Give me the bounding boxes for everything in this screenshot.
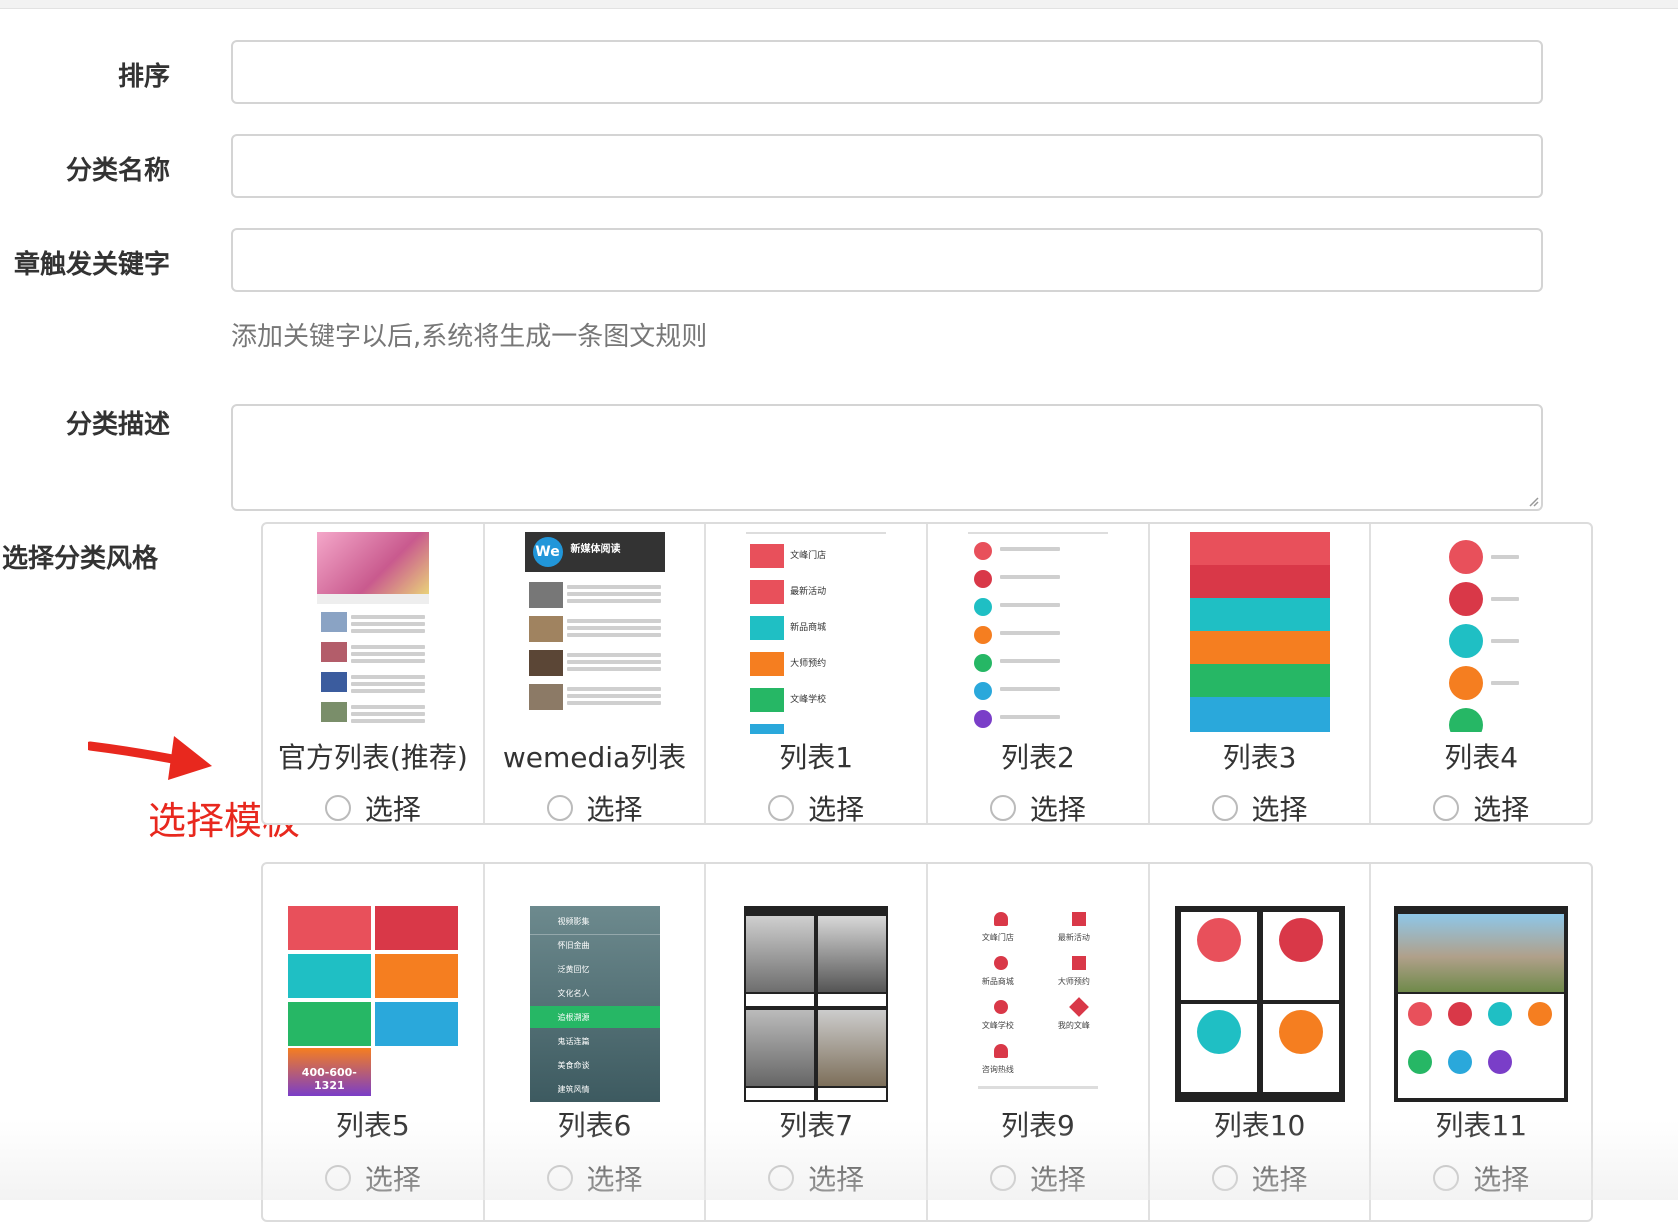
template-radio[interactable]	[989, 795, 1016, 821]
category-name-input[interactable]	[231, 134, 1543, 198]
template-name: 列表2	[1000, 741, 1075, 774]
template-radio-label: 选择	[1029, 793, 1086, 826]
template-official[interactable]: 官方列表(推荐) 选择	[263, 524, 485, 826]
template-radio-label: 选择	[1473, 793, 1530, 826]
thumb-item: 最新活动	[790, 587, 827, 597]
thumb-item: 文化名人	[557, 989, 590, 998]
template-wemedia[interactable]: We 新媒体阅读 wemedia列表 选择	[485, 524, 707, 826]
template-thumbnail	[287, 906, 458, 1046]
category-name-label: 分类名称	[65, 156, 170, 186]
template-thumbnail	[1394, 906, 1569, 1102]
thumb-item: 怀旧金曲	[557, 941, 590, 950]
template-radio-label: 选择	[364, 793, 421, 826]
template-thumbnail: 文峰门店 最新活动 新品商城 大师预约 文峰学校	[746, 532, 887, 734]
thumb-item: 文峰学校	[790, 695, 827, 705]
template-radio-row[interactable]: 选择	[928, 788, 1148, 828]
template-radio[interactable]	[1433, 795, 1460, 821]
template-thumbnail	[1189, 532, 1330, 732]
thumb-item: 追根溯源	[557, 1013, 590, 1022]
sort-input[interactable]	[231, 40, 1543, 104]
template-thumbnail-extra: 400-600-1321	[287, 1048, 458, 1096]
template-thumbnail	[967, 532, 1108, 734]
template-radio-row[interactable]: 选择	[1150, 788, 1370, 828]
thumb-item: 大师预约	[790, 659, 827, 669]
template-list4[interactable]: 列表4 选择	[1371, 524, 1591, 826]
thumb-item: 建筑风情	[557, 1085, 590, 1094]
wemedia-logo: We	[532, 537, 563, 567]
template-thumbnail: 文峰门店 最新活动 新品商城 大师预约 文峰学校 我的文峰 咨询热线	[967, 906, 1108, 1102]
template-thumbnail	[744, 906, 889, 1102]
thumb-item: 文峰学校	[981, 1021, 1014, 1030]
template-list3[interactable]: 列表3 选择	[1150, 524, 1372, 826]
template-name: 列表3	[1222, 741, 1297, 774]
template-radio[interactable]	[768, 795, 795, 821]
thumb-item: 咨询热线	[981, 1065, 1014, 1074]
template-thumbnail: 视频影集 怀旧金曲 泛黄回忆 文化名人 追根溯源 鬼话连篇 美食命谈 建筑风情	[529, 906, 660, 1102]
template-name: 列表1	[779, 741, 854, 774]
template-thumbnail: We 新媒体阅读	[524, 532, 665, 732]
thumb-item: 新品商城	[981, 977, 1014, 986]
sort-label: 排序	[117, 62, 170, 92]
thumb-item: 文峰门店	[981, 933, 1014, 942]
bottom-shadow	[0, 1120, 1678, 1200]
template-thumbnail	[1411, 532, 1552, 732]
top-border	[0, 0, 1678, 9]
template-radio-row[interactable]: 选择	[263, 788, 483, 828]
thumb-phone: 400-600-1321	[287, 1048, 371, 1096]
template-radio-label: 选择	[1251, 793, 1308, 826]
template-radio-label: 选择	[808, 793, 865, 826]
thumb-item: 鬼话连篇	[557, 1037, 590, 1046]
red-arrow-icon	[88, 736, 212, 780]
thumb-item: 最新活动	[1057, 933, 1090, 942]
template-name: wemedia列表	[502, 741, 687, 774]
template-radio[interactable]	[324, 795, 351, 821]
thumb-item: 大师预约	[1057, 977, 1090, 986]
thumb-item: 我的文峰	[1057, 1021, 1090, 1030]
wemedia-title: 新媒体阅读	[570, 544, 621, 555]
thumb-item: 泛黄回忆	[557, 965, 590, 974]
template-radio-row[interactable]: 选择	[1371, 788, 1591, 828]
template-list2[interactable]: 列表2 选择	[928, 524, 1150, 826]
thumb-item: 视频影集	[557, 917, 590, 926]
template-radio-row[interactable]: 选择	[706, 788, 926, 828]
template-name: 官方列表(推荐)	[277, 741, 468, 774]
template-radio[interactable]	[546, 795, 573, 821]
template-thumbnail	[316, 532, 429, 732]
thumb-item: 美食命谈	[557, 1061, 590, 1070]
style-label: 选择分类风格	[2, 544, 159, 574]
template-thumbnail	[1174, 906, 1345, 1102]
template-name: 列表4	[1444, 741, 1519, 774]
keyword-help-text: 添加关键字以后,系统将生成一条图文规则	[231, 322, 708, 352]
description-textarea[interactable]	[231, 404, 1543, 511]
keyword-label: 章触发关键字	[13, 250, 170, 280]
resize-handle-icon[interactable]	[1527, 495, 1539, 507]
keyword-input[interactable]	[231, 228, 1543, 292]
thumb-item: 新品商城	[790, 623, 827, 633]
template-grid-row1: 官方列表(推荐) 选择 We 新媒体阅读 wemedia列表 选择 文峰门店 最…	[261, 522, 1593, 826]
template-radio-label: 选择	[586, 793, 643, 826]
template-radio-row[interactable]: 选择	[485, 788, 705, 828]
description-label: 分类描述	[65, 410, 170, 440]
thumb-item: 文峰门店	[790, 551, 827, 561]
template-list1[interactable]: 文峰门店 最新活动 新品商城 大师预约 文峰学校 列表1 选择	[706, 524, 929, 826]
template-radio[interactable]	[1211, 795, 1238, 821]
